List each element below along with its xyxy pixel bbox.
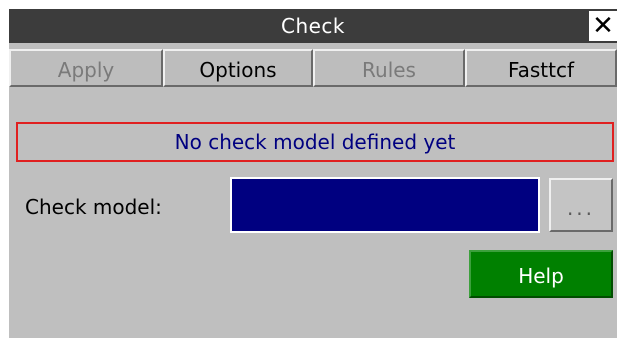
check-model-label: Check model:	[25, 195, 162, 219]
apply-button[interactable]: Apply	[9, 49, 163, 87]
check-model-field[interactable]	[230, 177, 540, 233]
browse-button[interactable]: ...	[549, 178, 613, 232]
close-icon[interactable]: ✕	[589, 11, 617, 41]
help-button[interactable]: Help	[469, 250, 613, 298]
button-bar: Apply Options Rules Fasttcf	[9, 49, 617, 87]
check-dialog: Check ✕ Apply Options Rules Fasttcf No c…	[9, 9, 617, 338]
window-title: Check	[280, 14, 346, 38]
rules-button[interactable]: Rules	[313, 49, 465, 87]
status-message: No check model defined yet	[16, 122, 614, 162]
title-bar[interactable]: Check ✕	[9, 9, 617, 43]
fasttcf-button[interactable]: Fasttcf	[465, 49, 617, 87]
options-button[interactable]: Options	[163, 49, 313, 87]
